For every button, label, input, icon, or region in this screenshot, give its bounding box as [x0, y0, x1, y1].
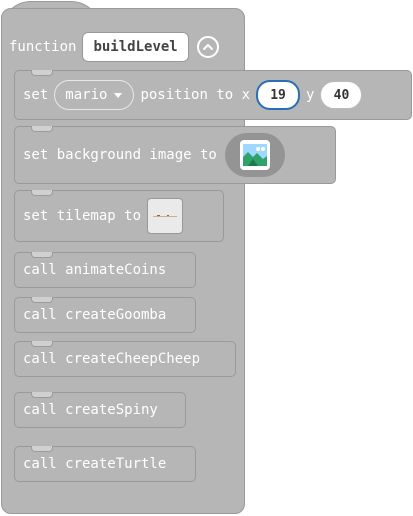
connector-notch [31, 446, 53, 452]
chevron-down-icon [113, 87, 123, 103]
x-value-input[interactable]: 19 [256, 80, 301, 110]
connector-notch [31, 126, 53, 132]
set-tilemap-block[interactable]: set tilemap to [14, 190, 224, 242]
function-name-field[interactable]: buildLevel [82, 32, 189, 62]
position-label: position to x [140, 87, 251, 103]
connector-notch [31, 392, 53, 398]
connector-notch [31, 252, 53, 258]
connector-notch [31, 190, 53, 196]
background-image-picker[interactable] [224, 133, 285, 177]
function-block-footer [2, 485, 244, 512]
call-label: call createTurtle [23, 456, 167, 472]
call-label: call createSpiny [23, 402, 158, 418]
tilemap-picker[interactable] [147, 198, 184, 234]
collapse-toggle-icon[interactable] [196, 36, 219, 58]
call-create-goomba-block[interactable]: call createGoomba [14, 297, 196, 333]
set-position-block[interactable]: set mario position to x 19 y 40 [14, 70, 412, 120]
call-label: call createGoomba [23, 307, 167, 323]
y-label: y [306, 87, 315, 103]
set-keyword: set [23, 87, 49, 103]
sprite-dropdown-value: mario [65, 87, 108, 103]
connector-notch [31, 297, 53, 303]
call-label: call createCheepCheep [23, 351, 201, 367]
call-create-spiny-block[interactable]: call createSpiny [14, 392, 186, 428]
function-keyword: function [9, 39, 77, 55]
connector-notch [31, 70, 53, 76]
function-header[interactable]: function buildLevel [2, 28, 242, 66]
call-label: call animateCoins [23, 262, 167, 278]
connector-notch [31, 341, 53, 347]
y-value-input[interactable]: 40 [320, 81, 363, 109]
set-background-block[interactable]: set background image to [14, 126, 336, 184]
background-label: set background image to [23, 147, 217, 163]
tilemap-label: set tilemap to [23, 208, 142, 224]
call-animate-coins-block[interactable]: call animateCoins [14, 252, 196, 288]
sprite-dropdown[interactable]: mario [54, 80, 135, 110]
tilemap-thumbnail-icon [153, 208, 178, 224]
call-create-cheepcheep-block[interactable]: call createCheepCheep [14, 341, 236, 377]
call-create-turtle-block[interactable]: call createTurtle [14, 446, 196, 482]
landscape-image-icon [239, 140, 270, 170]
